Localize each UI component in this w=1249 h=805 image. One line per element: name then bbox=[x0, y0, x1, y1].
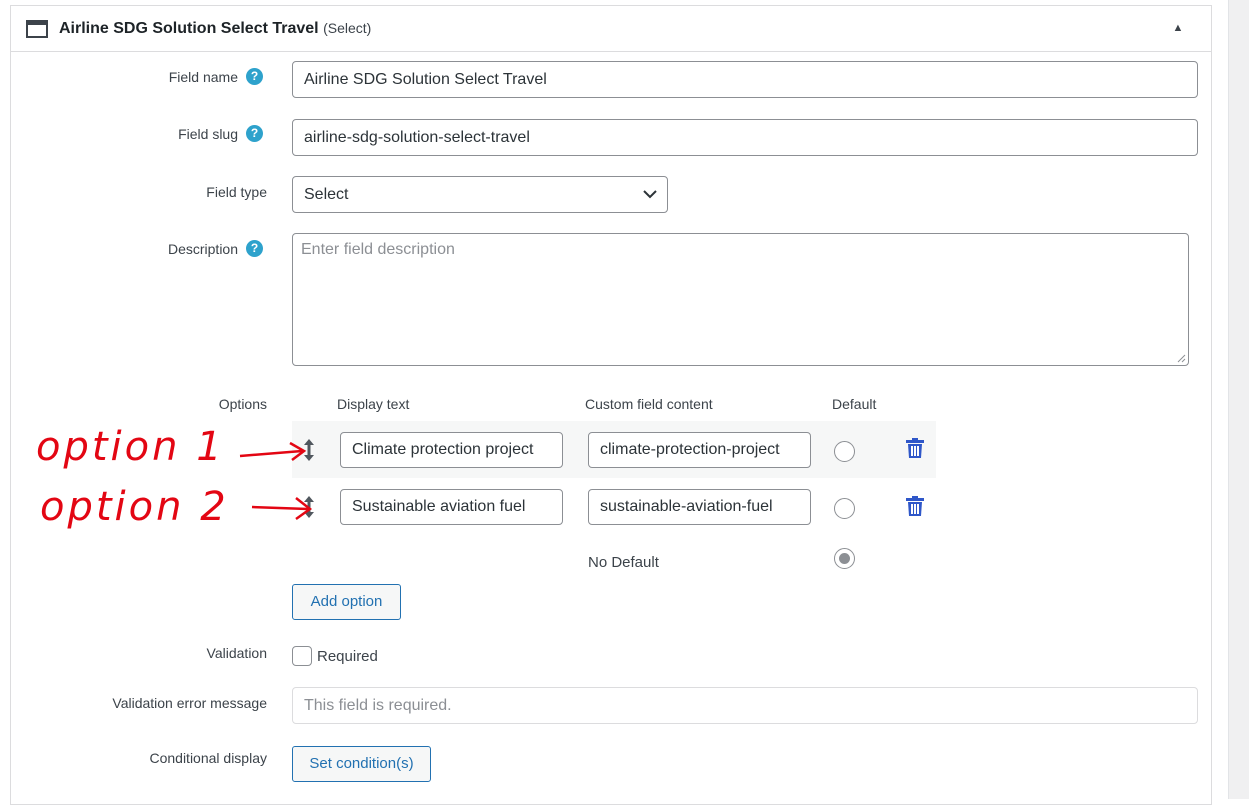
window-icon bbox=[26, 20, 48, 38]
field-slug-help-icon[interactable]: ? bbox=[246, 125, 263, 142]
panel-header[interactable]: Airline SDG Solution Select Travel (Sele… bbox=[11, 6, 1211, 52]
description-placeholder: Enter field description bbox=[301, 241, 455, 258]
field-title: Airline SDG Solution Select Travel (Sele… bbox=[59, 20, 371, 38]
option-default-radio[interactable] bbox=[834, 498, 855, 519]
options-label: Options bbox=[218, 396, 267, 412]
option-content-input[interactable]: sustainable-aviation-fuel bbox=[588, 489, 811, 525]
field-type-label: Field type bbox=[206, 184, 267, 200]
description-textarea[interactable]: Enter field description bbox=[292, 233, 1189, 366]
option-display-input[interactable]: Sustainable aviation fuel bbox=[340, 489, 563, 525]
option-default-radio[interactable] bbox=[834, 441, 855, 462]
field-name-label: Field name bbox=[168, 69, 238, 85]
required-checkbox[interactable] bbox=[292, 646, 312, 666]
field-type-select[interactable]: Select bbox=[292, 176, 668, 213]
chevron-down-icon bbox=[643, 190, 657, 199]
page-scrollbar[interactable] bbox=[1228, 0, 1249, 799]
collapse-toggle-icon[interactable]: ▲ bbox=[1171, 21, 1185, 35]
trash-icon[interactable] bbox=[906, 496, 924, 516]
field-type-suffix: (Select) bbox=[323, 20, 372, 36]
trash-icon[interactable] bbox=[906, 438, 924, 458]
field-slug-input[interactable]: airline-sdg-solution-select-travel bbox=[292, 119, 1198, 156]
option-display-input[interactable]: Climate protection project bbox=[340, 432, 563, 468]
col-custom-content: Custom field content bbox=[585, 396, 713, 412]
resize-grip-icon[interactable] bbox=[1176, 353, 1186, 363]
set-conditions-button[interactable]: Set condition(s) bbox=[292, 746, 431, 782]
annotation-arrow-icon bbox=[239, 441, 307, 461]
description-help-icon[interactable]: ? bbox=[246, 240, 263, 257]
required-label: Required bbox=[317, 648, 378, 665]
validation-label: Validation bbox=[206, 645, 267, 661]
field-name-help-icon[interactable]: ? bbox=[246, 68, 263, 85]
col-default: Default bbox=[832, 396, 877, 412]
add-option-button[interactable]: Add option bbox=[292, 584, 401, 620]
validation-error-input[interactable]: This field is required. bbox=[292, 687, 1198, 724]
field-title-text: Airline SDG Solution Select Travel bbox=[59, 20, 319, 37]
field-type-value: Select bbox=[304, 186, 349, 203]
no-default-radio[interactable] bbox=[834, 548, 855, 569]
no-default-label: No Default bbox=[588, 554, 659, 571]
field-name-input[interactable]: Airline SDG Solution Select Travel bbox=[292, 61, 1198, 98]
field-slug-label: Field slug bbox=[178, 126, 238, 142]
annotation-option-2: option 2 bbox=[40, 484, 229, 530]
option-content-input[interactable]: climate-protection-project bbox=[588, 432, 811, 468]
col-display-text: Display text bbox=[337, 396, 410, 412]
validation-error-label: Validation error message bbox=[112, 695, 267, 711]
conditional-display-label: Conditional display bbox=[149, 750, 267, 766]
annotation-arrow-icon bbox=[251, 497, 313, 521]
annotation-option-1: option 1 bbox=[36, 424, 225, 470]
description-label: Description bbox=[167, 241, 238, 257]
